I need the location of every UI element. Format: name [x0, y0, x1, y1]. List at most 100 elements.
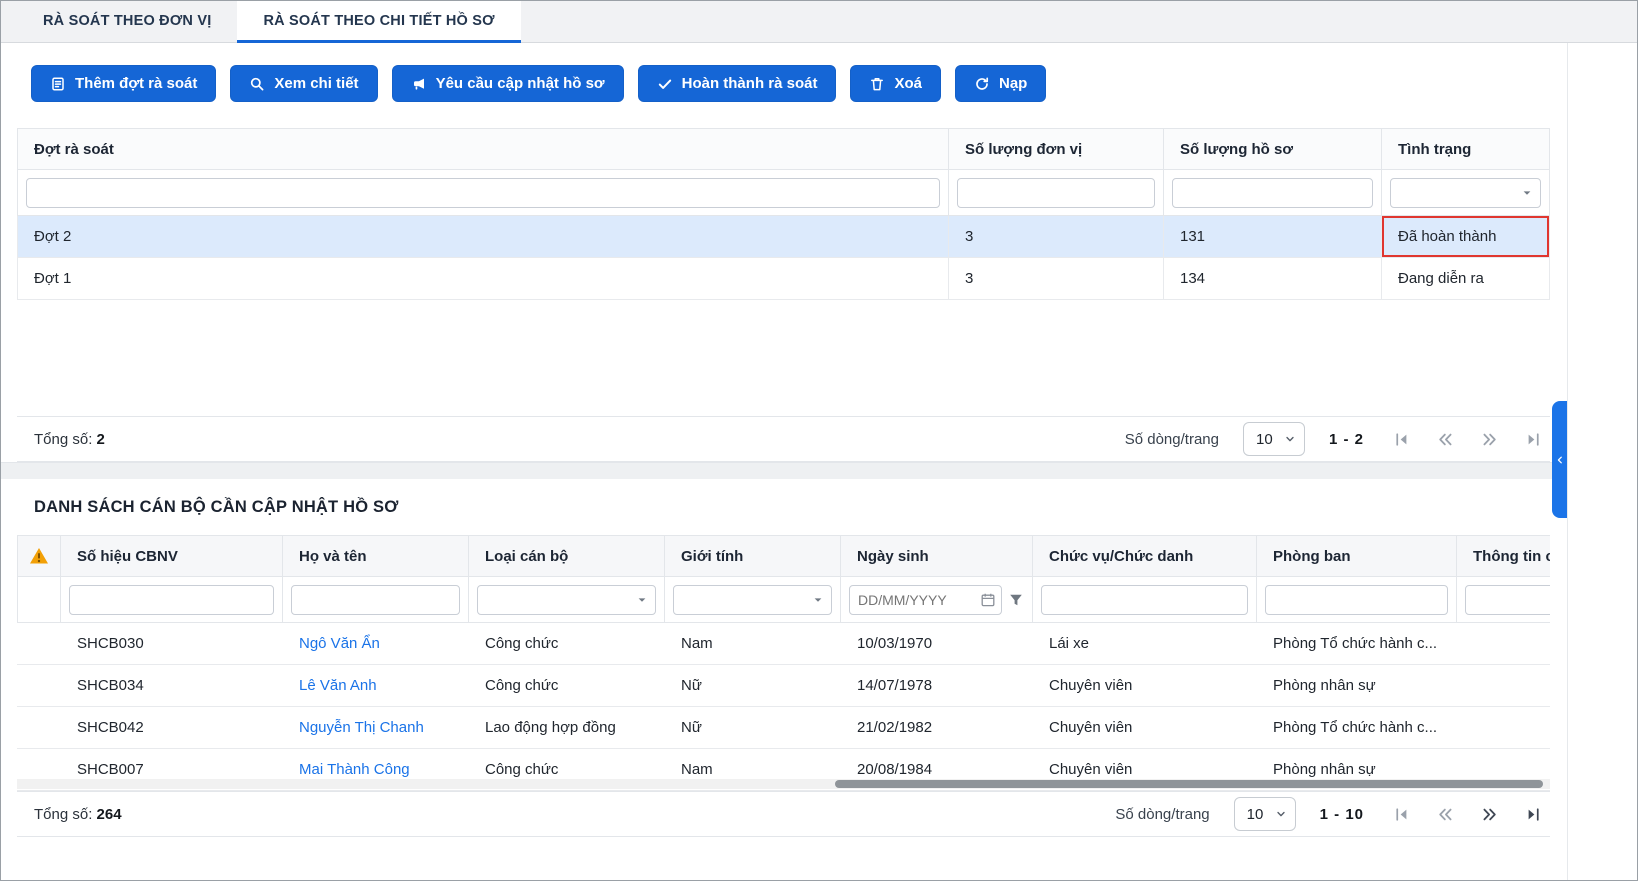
record-count-cell: 131 [1164, 216, 1382, 258]
reload-button[interactable]: Nạp [954, 65, 1047, 102]
staff-section-title: DANH SÁCH CÁN BỘ CẦN CẬP NHẬT HỒ SƠ [34, 497, 399, 516]
gender-filter-select[interactable] [673, 584, 832, 615]
unit-count-filter-input[interactable] [957, 177, 1155, 208]
megaphone-icon [411, 76, 427, 92]
add-review-label: Thêm đợt rà soát [75, 75, 198, 92]
status-filter-select[interactable] [1390, 177, 1541, 208]
review-pager: Số dòng/trang 10 1 - 2 [1125, 422, 1542, 456]
position-cell: Chuyên viên [1033, 665, 1257, 707]
department-cell: Phòng Tổ chức hành c... [1257, 707, 1457, 749]
column-header-gender[interactable]: Giới tính [665, 535, 841, 577]
prev-page-button[interactable] [1436, 430, 1454, 448]
column-header-code[interactable]: Số hiệu CBNV [61, 535, 283, 577]
name-filter-input[interactable] [291, 584, 460, 615]
complete-review-button[interactable]: Hoàn thành rà soát [637, 65, 837, 102]
warning-icon [17, 535, 61, 577]
staff-name-link[interactable]: Ngô Văn Ẩn [299, 635, 380, 652]
staff-row[interactable]: SHCB030 Ngô Văn Ẩn Công chức Nam 10/03/1… [17, 623, 1550, 665]
review-total-count: Tổng số: 2 [34, 430, 105, 448]
type-filter-select[interactable] [477, 584, 656, 615]
first-page-button[interactable] [1392, 430, 1410, 448]
next-page-button[interactable] [1480, 430, 1498, 448]
staff-table: Số hiệu CBNV Họ và tên Loại cán bộ Giới … [17, 535, 1550, 791]
code-filter-input[interactable] [69, 584, 274, 615]
request-update-button[interactable]: Yêu cầu cập nhật hồ sơ [391, 65, 624, 102]
staff-table-footer: Tổng số: 264 Số dòng/trang 10 1 - 10 [17, 791, 1550, 837]
period-filter-input[interactable] [26, 177, 940, 208]
complete-review-label: Hoàn thành rà soát [681, 75, 818, 92]
delete-button[interactable]: Xoá [850, 65, 941, 102]
position-filter-input[interactable] [1041, 584, 1248, 615]
document-icon [50, 76, 66, 92]
next-page-icon [1482, 433, 1496, 445]
last-page-button[interactable] [1524, 430, 1542, 448]
department-filter-input[interactable] [1265, 584, 1448, 615]
review-row[interactable]: Đợt 2 3 131 Đã hoàn thành [17, 216, 1550, 258]
column-header-type[interactable]: Loại cán bộ [469, 535, 665, 577]
chevron-left-icon [1557, 456, 1562, 463]
department-cell: Phòng Tổ chức hành c... [1257, 623, 1457, 665]
unit-count-cell: 3 [949, 258, 1164, 300]
column-header-unit-count[interactable]: Số lượng đơn vị [949, 128, 1164, 170]
horizontal-scrollbar-thumb[interactable] [835, 780, 1543, 788]
staff-row[interactable]: SHCB042 Nguyễn Thị Chanh Lao động hợp đồ… [17, 707, 1550, 749]
gender-cell: Nữ [665, 665, 841, 707]
page-size-label: Số dòng/trang [1115, 805, 1210, 823]
info-filter-input[interactable] [1465, 584, 1550, 615]
code-cell: SHCB042 [61, 707, 283, 749]
refresh-icon [974, 76, 990, 92]
page-size-select[interactable]: 10 [1233, 797, 1296, 831]
column-header-dob[interactable]: Ngày sinh [841, 535, 1033, 577]
request-update-label: Yêu cầu cập nhật hồ sơ [435, 75, 605, 92]
staff-total-count: Tổng số: 264 [34, 805, 122, 823]
column-header-period[interactable]: Đợt rà soát [17, 128, 949, 170]
status-cell-highlighted: Đã hoàn thành [1382, 216, 1550, 258]
page-size-select[interactable]: 10 [1242, 422, 1305, 456]
review-filter-row [17, 170, 1550, 216]
check-icon [657, 76, 673, 92]
page-range: 1 - 2 [1328, 430, 1364, 448]
code-cell: SHCB034 [61, 665, 283, 707]
column-header-name[interactable]: Họ và tên [283, 535, 469, 577]
main-content: Thêm đợt rà soát Xem chi tiết Yêu cầu cậ… [1, 43, 1567, 880]
last-page-button[interactable] [1524, 805, 1542, 823]
page-size-label: Số dòng/trang [1124, 430, 1219, 448]
status-cell: Đang diễn ra [1382, 258, 1550, 300]
review-table: Đợt rà soát Số lượng đơn vị Số lượng hồ … [17, 128, 1550, 462]
calendar-icon[interactable] [980, 592, 996, 608]
delete-label: Xoá [894, 75, 922, 92]
add-review-button[interactable]: Thêm đợt rà soát [31, 65, 217, 102]
staff-filter-row [17, 577, 1550, 623]
first-page-icon [1395, 807, 1406, 821]
next-page-button[interactable] [1480, 805, 1498, 823]
review-table-empty-area [17, 300, 1550, 416]
staff-name-link[interactable]: Nguyễn Thị Chanh [299, 719, 424, 736]
staff-name-link[interactable]: Lê Văn Anh [299, 677, 377, 694]
tab-review-by-detail[interactable]: RÀ SOÁT THEO CHI TIẾT HỒ SƠ [237, 1, 521, 43]
column-header-position[interactable]: Chức vụ/Chức danh [1033, 535, 1257, 577]
first-page-button[interactable] [1392, 805, 1410, 823]
prev-page-button[interactable] [1436, 805, 1454, 823]
dob-cell: 10/03/1970 [841, 623, 1033, 665]
position-cell: Chuyên viên [1033, 707, 1257, 749]
staff-name-link[interactable]: Mai Thành Công [299, 761, 410, 778]
record-count-filter-input[interactable] [1172, 177, 1373, 208]
column-header-department[interactable]: Phòng ban [1257, 535, 1457, 577]
view-detail-button[interactable]: Xem chi tiết [230, 65, 378, 102]
filter-funnel-icon[interactable] [1008, 592, 1024, 608]
search-icon [249, 76, 265, 92]
code-cell: SHCB030 [61, 623, 283, 665]
section-divider [1, 462, 1567, 479]
type-cell: Công chức [469, 665, 665, 707]
last-page-icon [1528, 807, 1539, 821]
review-row[interactable]: Đợt 1 3 134 Đang diễn ra [17, 258, 1550, 300]
tab-review-by-unit[interactable]: RÀ SOÁT THEO ĐƠN VỊ [17, 1, 237, 43]
staff-pager: Số dòng/trang 10 1 - 10 [1115, 797, 1542, 831]
column-header-info[interactable]: Thông tin c [1457, 535, 1550, 577]
column-header-status[interactable]: Tình trạng [1382, 128, 1550, 170]
staff-row[interactable]: SHCB034 Lê Văn Anh Công chức Nữ 14/07/19… [17, 665, 1550, 707]
chevron-down-icon [814, 597, 822, 602]
panel-collapse-handle[interactable] [1552, 401, 1567, 518]
prev-page-icon [1438, 433, 1452, 445]
column-header-record-count[interactable]: Số lượng hồ sơ [1164, 128, 1382, 170]
